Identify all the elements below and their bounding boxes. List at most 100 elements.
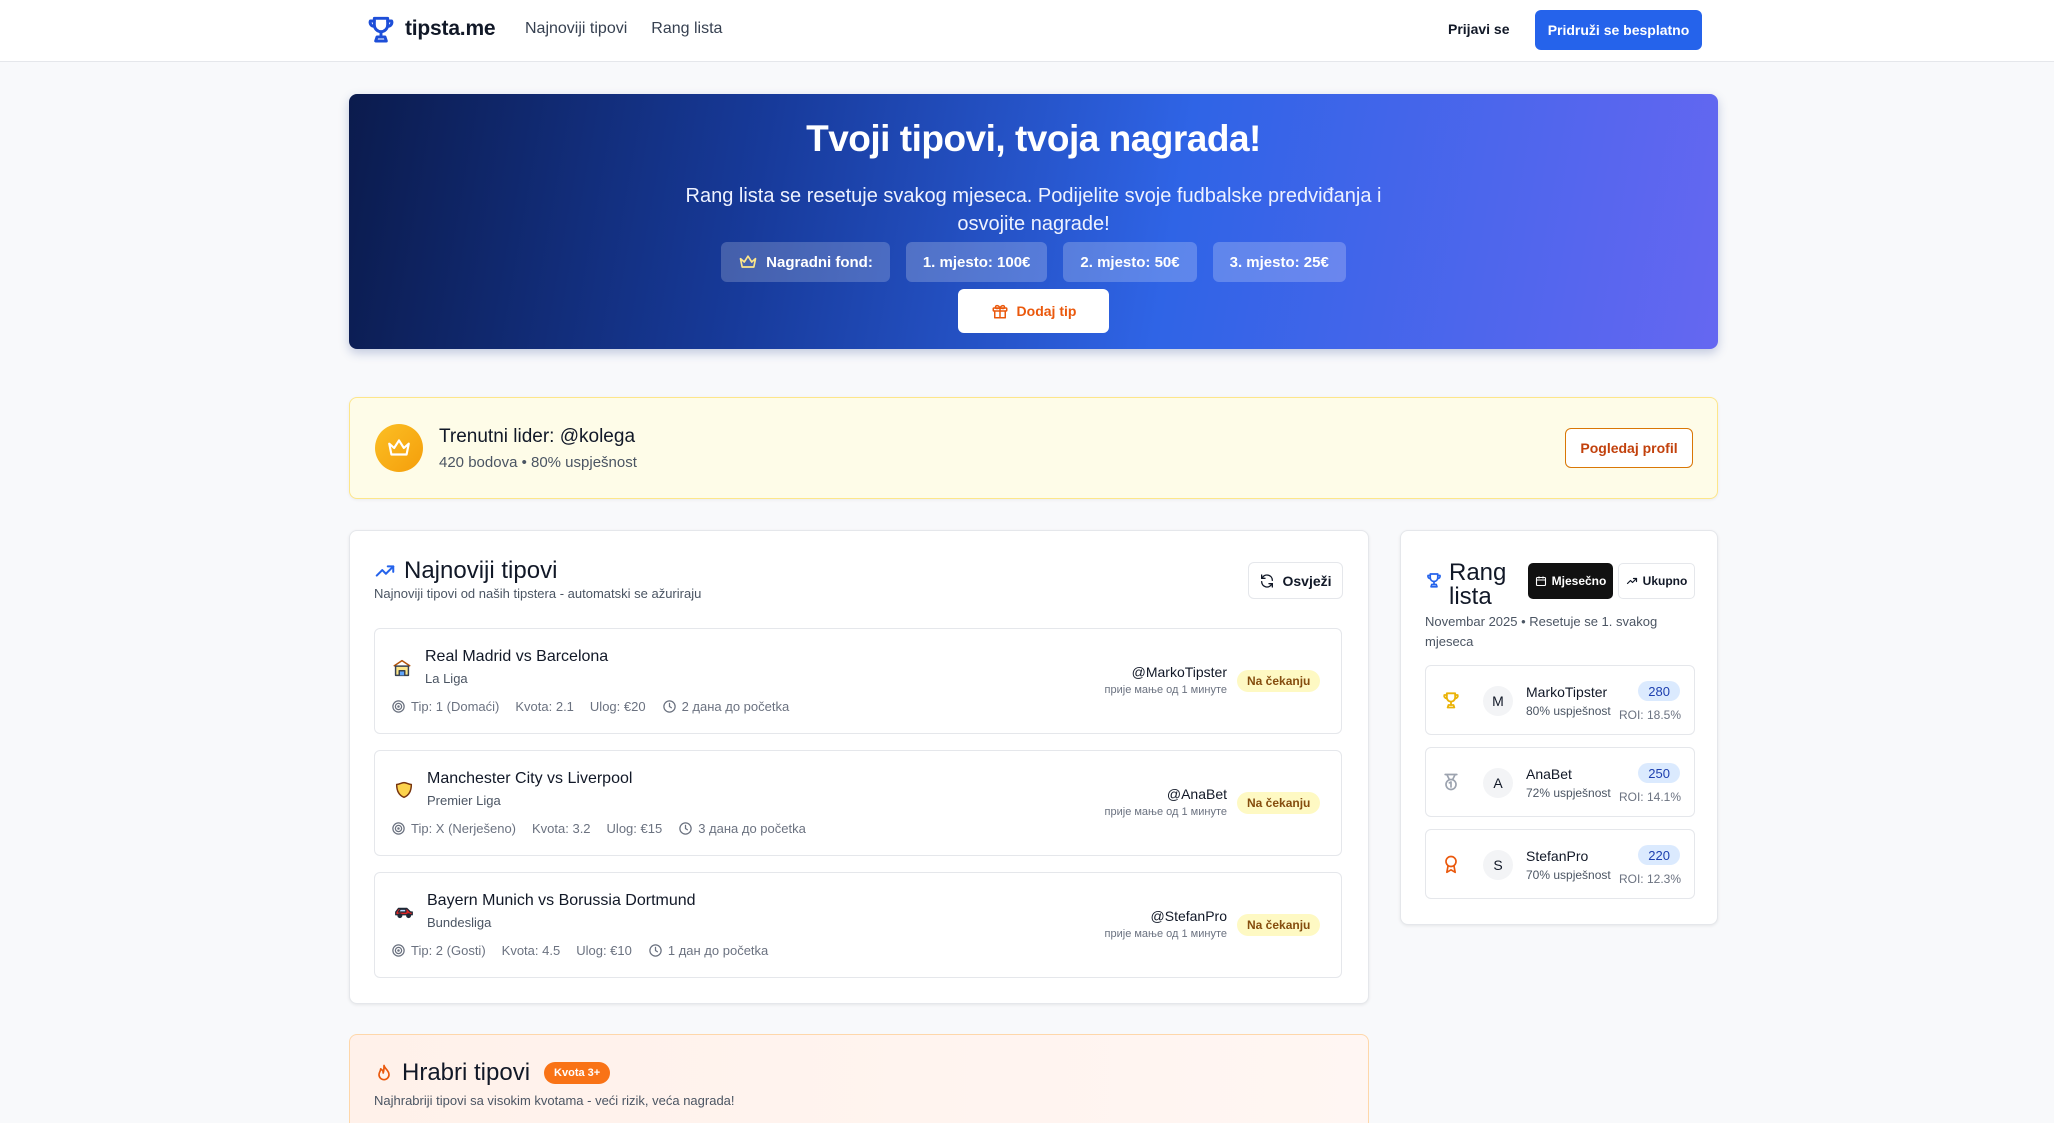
logo-text: tipsta.me <box>405 17 496 40</box>
leaderboard-row[interactable]: A AnaBet 72% uspješnost 250 ROI: 14.1% <box>1425 747 1695 817</box>
tip-start-text: 3 дана до početka <box>698 821 806 836</box>
prize-third: 3. mjesto: 25€ <box>1212 242 1346 282</box>
hero-banner: Tvoji tipovi, tvoja nagrada! Rang lista … <box>349 94 1718 349</box>
refresh-button[interactable]: Osvježi <box>1248 562 1343 599</box>
latest-tips-title: Najnoviji tipovi <box>404 557 558 584</box>
crown-icon <box>388 439 410 456</box>
latest-tips-header: Najnoviji tipovi <box>374 557 557 585</box>
trending-up-icon <box>1626 577 1637 585</box>
calendar-icon <box>1535 576 1546 587</box>
match-league: Bundesliga <box>427 915 492 930</box>
stadium-icon <box>393 659 411 677</box>
tip-pick: Tip: 1 (Domaći) <box>391 699 499 714</box>
prize-first: 1. mjesto: 100€ <box>905 242 1048 282</box>
roi-value: ROI: 14.1% <box>1618 790 1681 804</box>
add-tip-label: Dodaj tip <box>1016 303 1077 319</box>
odds-badge: Kvota 3+ <box>544 1062 611 1084</box>
match-meta: Tip: 2 (Gosti) Kvota: 4.5 Ulog: €10 1 да… <box>391 943 768 958</box>
join-free-button[interactable]: Pridruži se besplatno <box>1535 10 1702 50</box>
add-tip-button[interactable]: Dodaj tip <box>958 289 1109 333</box>
tip-odds: Kvota: 4.5 <box>501 943 561 958</box>
hero-title: Tvoji tipovi, tvoja nagrada! <box>806 118 1261 159</box>
bold-tips-title: Hrabri tipovi <box>402 1059 531 1086</box>
match-title: Manchester City vs Liverpool <box>427 770 633 787</box>
leaderboard-title: Rang lista <box>1449 559 1507 610</box>
points-badge: 250 <box>1638 763 1680 783</box>
tipster-handle[interactable]: @StefanPro <box>1151 908 1227 924</box>
nav-latest-tips[interactable]: Najnoviji tipovi <box>525 20 627 38</box>
total-tab[interactable]: Ukupno <box>1618 563 1695 599</box>
target-icon <box>392 944 405 957</box>
crown-icon <box>739 255 757 268</box>
leader-stats: 420 bodova • 80% uspješnost <box>439 454 637 471</box>
refresh-icon <box>1261 573 1274 588</box>
leaderboard-row[interactable]: S StefanPro 70% uspješnost 220 ROI: 12.3… <box>1425 829 1695 899</box>
tip-pick-text: Tip: 2 (Gosti) <box>411 943 486 958</box>
award-icon <box>1445 855 1457 874</box>
avatar: S <box>1483 850 1513 880</box>
leaderboard-header: Rang lista <box>1425 561 1519 609</box>
success-rate: 72% uspješnost <box>1526 786 1611 800</box>
bold-tips-card: Hrabri tipovi Kvota 3+ Najhrabriji tipov… <box>349 1034 1369 1123</box>
tipster-handle[interactable]: @AnaBet <box>1167 786 1227 802</box>
tip-item[interactable]: Bayern Munich vs Borussia Dortmund Bunde… <box>374 872 1342 978</box>
main-nav: Najnoviji tipovi Rang lista <box>525 20 722 38</box>
tip-posted-time: прије мање од 1 минуте <box>1104 684 1227 696</box>
total-tab-label: Ukupno <box>1642 574 1688 588</box>
bold-tips-subtitle: Najhrabriji tipovi sa visokim kvotama - … <box>374 1093 735 1108</box>
leaderboard-row[interactable]: M MarkoTipster 80% uspješnost 280 ROI: 1… <box>1425 665 1695 735</box>
points-badge: 280 <box>1638 681 1680 701</box>
status-badge: Na čekanju <box>1237 670 1321 692</box>
tip-item[interactable]: Real Madrid vs Barcelona La Liga Tip: 1 … <box>374 628 1342 734</box>
clock-icon <box>649 944 662 957</box>
avatar: M <box>1483 686 1513 716</box>
clock-icon <box>679 822 692 835</box>
tip-stake: Ulog: €20 <box>589 699 646 714</box>
monthly-tab[interactable]: Mjesečno <box>1528 563 1613 599</box>
bold-tips-header: Hrabri tipovi Kvota 3+ <box>374 1059 611 1087</box>
tip-item[interactable]: Manchester City vs Liverpool Premier Lig… <box>374 750 1342 856</box>
monthly-tab-label: Mjesečno <box>1551 574 1607 588</box>
view-profile-button[interactable]: Pogledaj profil <box>1565 428 1693 468</box>
nav-leaderboard[interactable]: Rang lista <box>651 20 722 38</box>
shield-crest-icon <box>395 781 413 799</box>
tip-pick-text: Tip: X (Nerješeno) <box>411 821 516 836</box>
tip-posted-time: прије мање од 1 минуте <box>1104 928 1227 940</box>
tip-start-text: 2 дана до početka <box>681 699 790 714</box>
points-badge: 220 <box>1638 845 1680 865</box>
latest-tips-subtitle: Najnoviji tipovi od naših tipstera - aut… <box>374 586 702 601</box>
roi-value: ROI: 18.5% <box>1618 708 1681 722</box>
clock-icon <box>662 700 676 713</box>
top-navbar: tipsta.me Najnoviji tipovi Rang lista Pr… <box>0 0 2054 62</box>
success-rate: 80% uspješnost <box>1526 704 1611 718</box>
tip-pick: Tip: 2 (Gosti) <box>391 943 486 958</box>
prize-fund-label: Nagradni fond: <box>766 253 873 271</box>
trending-up-icon <box>375 565 395 577</box>
tip-stake: Ulog: €15 <box>606 821 663 836</box>
roi-value: ROI: 12.3% <box>1618 872 1681 886</box>
tip-odds: Kvota: 2.1 <box>515 699 574 714</box>
status-badge: Na čekanju <box>1237 914 1321 936</box>
tip-posted-time: прије мање од 1 минуте <box>1104 806 1227 818</box>
leaderboard-card: Rang lista Mjesečno Ukupno Novembar 2025… <box>1400 530 1718 925</box>
tip-pick-text: Tip: 1 (Domaći) <box>411 699 500 714</box>
success-rate: 70% uspješnost <box>1526 868 1611 882</box>
tip-stake: Ulog: €10 <box>576 943 632 958</box>
tip-pick: Tip: X (Nerješeno) <box>391 821 516 836</box>
refresh-label: Osvježi <box>1282 572 1332 589</box>
login-link[interactable]: Prijavi se <box>1448 21 1510 37</box>
status-badge: Na čekanju <box>1237 792 1321 814</box>
prize-second: 2. mjesto: 50€ <box>1063 242 1197 282</box>
logo[interactable]: tipsta.me <box>365 13 496 45</box>
match-title: Real Madrid vs Barcelona <box>425 648 609 665</box>
tipster-name: StefanPro <box>1526 848 1589 864</box>
target-icon <box>392 700 405 713</box>
tip-start-text: 1 дан до početka <box>667 943 769 958</box>
current-leader-banner: Trenutni lider: @kolega 420 bodova • 80%… <box>349 397 1718 499</box>
leader-title: Trenutni lider: @kolega <box>439 426 636 447</box>
tipster-handle[interactable]: @MarkoTipster <box>1132 664 1227 680</box>
car-icon <box>395 907 413 919</box>
hero-subtitle: Rang lista se resetuje svakog mjeseca. P… <box>685 185 1382 235</box>
trophy-icon <box>368 16 394 43</box>
match-meta: Tip: 1 (Domaći) Kvota: 2.1 Ulog: €20 2 д… <box>391 699 789 714</box>
